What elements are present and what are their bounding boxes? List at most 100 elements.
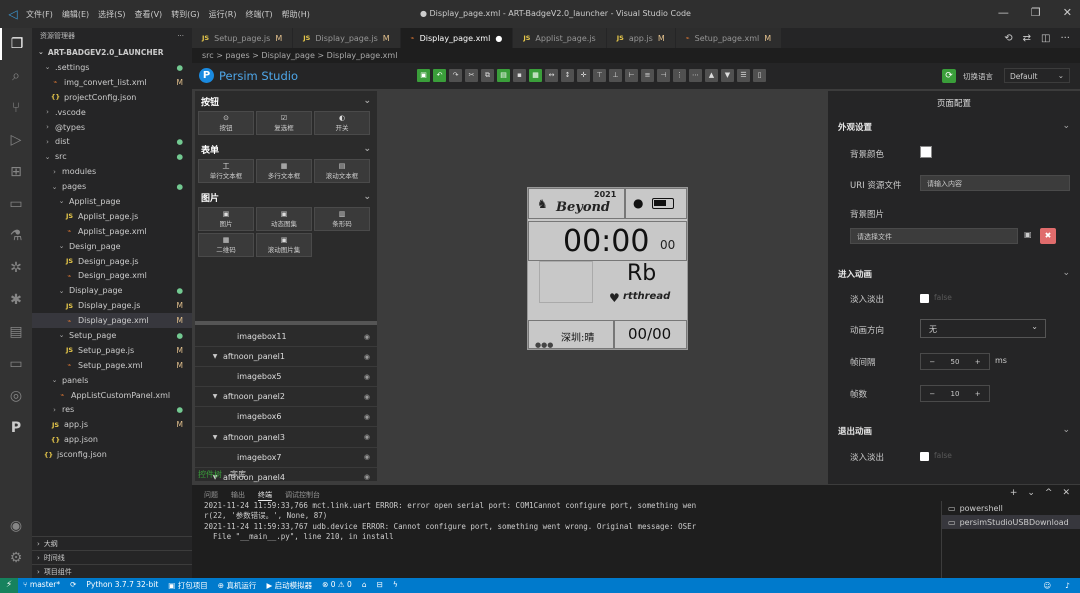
- unsaved-dot[interactable]: ●: [495, 34, 502, 43]
- remote-explorer-icon[interactable]: ▭: [0, 188, 32, 220]
- weather-cell[interactable]: 深圳:晴 ●●●: [528, 320, 614, 349]
- tree-file[interactable]: ⌁ Design_page.xml: [32, 268, 192, 283]
- eye-icon[interactable]: ◉: [364, 453, 370, 461]
- language-select[interactable]: Default ⌄: [1004, 68, 1070, 83]
- tree-file[interactable]: JS Design_page.js: [32, 254, 192, 269]
- chevron-down-icon[interactable]: ⌄: [1027, 488, 1035, 498]
- editor-tab[interactable]: ⌁ Display_page.xml ●: [400, 28, 514, 48]
- flash-icon[interactable]: ϟ: [393, 580, 398, 591]
- eye-icon[interactable]: ◉: [364, 393, 370, 401]
- tree-file[interactable]: ⌁ AppListCustomPanel.xml: [32, 388, 192, 403]
- device-preview[interactable]: ♞ 2021 Beyond ● 00:00 00 Rb ♥ rtthread 深…: [527, 187, 688, 350]
- widget-button[interactable]: ▦ 二维码: [198, 233, 254, 257]
- widget-button[interactable]: ▤ 滚动文本框: [314, 159, 370, 183]
- menu-view[interactable]: 查看(V): [134, 9, 162, 20]
- date-cell[interactable]: 00/00: [614, 320, 687, 349]
- device-icon[interactable]: ▯: [753, 69, 766, 82]
- close-icon[interactable]: ✕: [1063, 6, 1072, 19]
- delete-icon[interactable]: ▪: [513, 69, 526, 82]
- tree-folder[interactable]: › res ●: [32, 402, 192, 417]
- eye-icon[interactable]: ◉: [364, 353, 370, 361]
- chevron-down-icon[interactable]: ▼: [209, 353, 221, 360]
- modified-badge[interactable]: M: [764, 34, 771, 43]
- compare-icon[interactable]: ⇄: [1023, 33, 1031, 44]
- save-icon[interactable]: ▣: [417, 69, 430, 82]
- settings-gear-icon[interactable]: ⚙: [0, 542, 32, 574]
- layer-row[interactable]: imagebox6 ◉: [195, 407, 377, 428]
- modified-badge[interactable]: M: [383, 34, 390, 43]
- source-control-icon[interactable]: ⑂: [0, 92, 32, 124]
- tree-folder[interactable]: ⌄ Applist_page: [32, 194, 192, 209]
- eye-icon[interactable]: ◉: [364, 433, 370, 441]
- chevron-down-icon[interactable]: ⌄: [1062, 425, 1070, 435]
- timeline-section[interactable]: › 时间线: [32, 550, 192, 564]
- refresh-button[interactable]: ⟳: [942, 69, 956, 83]
- tree-file[interactable]: JS Display_page.js M: [32, 298, 192, 313]
- layer-row[interactable]: ▼ aftnoon_panel2 ◉: [195, 387, 377, 408]
- modified-badge[interactable]: M: [658, 34, 665, 43]
- editor-tab[interactable]: JS Setup_page.js M: [192, 28, 294, 48]
- layer-row[interactable]: imagebox7 ◉: [195, 448, 377, 468]
- tree-folder[interactable]: › modules: [32, 164, 192, 179]
- python-status[interactable]: Python 3.7.7 32-bit: [86, 580, 158, 591]
- tree-folder[interactable]: ⌄ Setup_page ●: [32, 328, 192, 343]
- layer-row[interactable]: ▼ aftnoon_panel3 ◉: [195, 427, 377, 448]
- search-icon[interactable]: ⌕: [0, 60, 32, 92]
- distribute-h-icon[interactable]: ⋮: [673, 69, 686, 82]
- breadcrumb[interactable]: src > pages > Display_page > Display_pag…: [192, 48, 1080, 63]
- minus-icon[interactable]: −: [921, 390, 944, 398]
- tab-terminal[interactable]: 终端: [258, 490, 272, 501]
- move-icon[interactable]: ✛: [577, 69, 590, 82]
- close-icon[interactable]: ✕: [1062, 488, 1070, 498]
- run-debug-icon[interactable]: ▷: [0, 124, 32, 156]
- align-center-icon[interactable]: ≡: [641, 69, 654, 82]
- menu-help[interactable]: 帮助(H): [282, 9, 310, 20]
- layer-divider[interactable]: [195, 321, 377, 325]
- list-icon[interactable]: ☰: [737, 69, 750, 82]
- bg-color-swatch[interactable]: [920, 146, 932, 158]
- tab-widget-tree[interactable]: 控件树: [198, 469, 222, 480]
- tree-folder[interactable]: ⌄ panels: [32, 373, 192, 388]
- widget-section-header[interactable]: 按钮 ⌄: [195, 91, 377, 111]
- enter-anim-group-title[interactable]: 进入动画: [838, 268, 872, 280]
- frame-interval-stepper[interactable]: − 50 +: [920, 353, 990, 370]
- menu-terminal[interactable]: 终端(T): [245, 9, 272, 20]
- terminal-output[interactable]: 2021-11-24 11:59:33,766 mct.link.uart ER…: [204, 501, 939, 543]
- enter-fade-checkbox[interactable]: [920, 294, 929, 303]
- terminal-item-powershell[interactable]: ▭ powershell: [942, 501, 1080, 515]
- extensions-icon[interactable]: ⊞: [0, 156, 32, 188]
- outline-section[interactable]: › 大纲: [32, 536, 192, 550]
- tree-file[interactable]: {} jsconfig.json: [32, 447, 192, 462]
- width-icon[interactable]: ↔: [545, 69, 558, 82]
- grid-icon[interactable]: ▦: [529, 69, 542, 82]
- editor-tab[interactable]: JS Display_page.js M: [293, 28, 401, 48]
- frame-count-value[interactable]: 10: [944, 390, 967, 398]
- sync-icon[interactable]: ⟳: [70, 580, 76, 591]
- tab-debug-console[interactable]: 调试控制台: [285, 490, 320, 501]
- branch-status[interactable]: ⑂ master*: [23, 580, 60, 591]
- chevron-up-icon[interactable]: ^: [1045, 488, 1053, 498]
- tree-file[interactable]: JS Setup_page.js M: [32, 343, 192, 358]
- notebook-icon[interactable]: ▤: [0, 316, 32, 348]
- chevron-down-icon[interactable]: ⌄: [363, 144, 371, 154]
- layer-row[interactable]: imagebox11 ◉: [195, 327, 377, 348]
- menu-run[interactable]: 运行(R): [209, 9, 237, 20]
- chevron-down-icon[interactable]: ▼: [209, 393, 221, 400]
- widget-button[interactable]: ▥ 条形码: [314, 207, 370, 231]
- menu-go[interactable]: 转到(G): [171, 9, 199, 20]
- widget-section-header[interactable]: 表单 ⌄: [195, 139, 377, 159]
- widget-button[interactable]: ◐ 开关: [314, 111, 370, 135]
- puzzle-icon[interactable]: ✱: [0, 284, 32, 316]
- plus-icon[interactable]: +: [1010, 488, 1018, 498]
- widget-button[interactable]: ▣ 图片: [198, 207, 254, 231]
- tab-output[interactable]: 输出: [231, 490, 245, 501]
- brand-cell[interactable]: ♞ 2021 Beyond: [528, 188, 625, 219]
- tree-file[interactable]: ⌁ img_convert_list.xml M: [32, 75, 192, 90]
- device-run-button[interactable]: ⊕ 真机运行: [218, 580, 257, 591]
- testing-icon[interactable]: ⚗: [0, 220, 32, 252]
- image-picker-icon[interactable]: ▣: [1024, 230, 1032, 239]
- align-right-icon[interactable]: ⊣: [657, 69, 670, 82]
- tree-file[interactable]: ⌁ Applist_page.xml: [32, 224, 192, 239]
- project-root[interactable]: ⌄ ART-BADGEV2.0_LAUNCHER: [32, 44, 192, 60]
- plus-icon[interactable]: +: [966, 358, 989, 366]
